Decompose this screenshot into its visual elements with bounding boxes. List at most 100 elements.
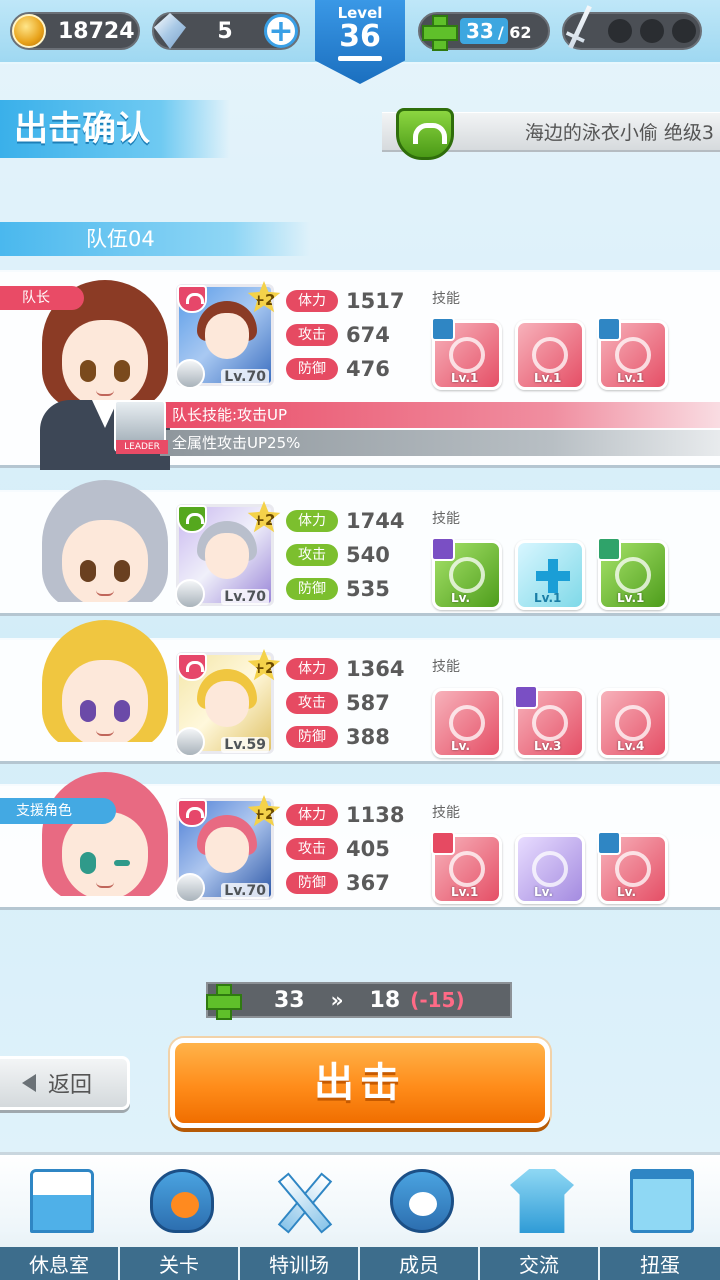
nav-training[interactable]: 特训场 (240, 1155, 360, 1280)
skill-level: Lv.1 (451, 371, 479, 385)
skill-icon[interactable]: Lv. (431, 537, 502, 610)
coin-count: 18724 (58, 18, 135, 44)
nav-stage[interactable]: 关卡 (120, 1155, 240, 1280)
skill-level: Lv.3 (534, 739, 562, 753)
bonus-star-badge: +2 (247, 281, 281, 313)
battle-points (562, 12, 702, 50)
hp-value: 1138 (346, 803, 405, 827)
skill-icon[interactable]: Lv.1 (597, 317, 668, 390)
stamina-value: 33 (466, 19, 494, 43)
status-bar: 18724 5 + Level 36 33/ 62 (0, 0, 720, 84)
skill-art (532, 851, 568, 887)
character-card[interactable]: +2 Lv.70 (175, 795, 281, 903)
character-portrait (30, 620, 180, 742)
skill-icon[interactable]: Lv.3 (514, 685, 585, 758)
skill-level: Lv.1 (534, 371, 562, 385)
leader-skill-name: 队长技能:攻击UP (160, 402, 720, 428)
rank-icon (175, 359, 205, 389)
nav-lounge[interactable]: 休息室 (0, 1155, 120, 1280)
nav-gacha[interactable]: 扭蛋 (600, 1155, 720, 1280)
portrait-eye (114, 700, 130, 722)
portrait-eye (80, 852, 96, 874)
portrait-eye (114, 560, 130, 582)
cat-mascot-icon (390, 1169, 454, 1233)
stamina-diff: (-15) (410, 988, 465, 1012)
hp-value: 1517 (346, 289, 405, 313)
sword-icon (559, 1, 600, 53)
leader-skill-bar: 队长技能:攻击UP 全属性攻击UP25% LEADER (0, 400, 720, 458)
nav-members[interactable]: 成员 (360, 1155, 480, 1280)
level-number: 36 (339, 19, 381, 54)
skill-art (615, 337, 651, 373)
nav-social[interactable]: 交流 (480, 1155, 600, 1280)
atk-tag: 攻击 (286, 324, 338, 346)
skill-icon[interactable]: Lv. (597, 831, 668, 904)
atk-tag: 攻击 (286, 838, 338, 860)
def-tag: 防御 (286, 726, 338, 748)
skill-art (449, 851, 485, 887)
gem-icon (154, 13, 186, 49)
skill-icon[interactable]: Lv. (515, 834, 585, 904)
skill-icon[interactable]: Lv.1 (431, 317, 502, 390)
skill-icon[interactable]: Lv. (432, 688, 502, 758)
hp-value: 1744 (346, 509, 405, 533)
def-tag: 防御 (286, 358, 338, 380)
portrait-eye (80, 360, 96, 382)
atk-stat: 攻击 674 (286, 322, 390, 348)
skill-art (532, 705, 568, 741)
level-badge: Level 36 (315, 0, 405, 84)
atk-value: 587 (346, 691, 390, 715)
stamina-counter: 33/ 62 (418, 12, 550, 51)
stamina-cross-icon (206, 984, 242, 1020)
leader-skill-effect: 全属性攻击UP25% (160, 430, 720, 456)
atk-tag: 攻击 (286, 544, 338, 566)
portrait-eye (114, 360, 130, 382)
skill-level: Lv.4 (617, 739, 645, 753)
skill-icon[interactable]: Lv.1 (515, 540, 585, 610)
stamina-current: 33 (274, 987, 305, 1013)
character-card[interactable]: +2 Lv.70 (175, 281, 281, 389)
member-row-4[interactable]: 支援角色 +2 Lv.70 体力 1138 攻击 405 防御 367 技能 Lv.1… (0, 772, 720, 910)
hp-tag: 体力 (286, 510, 338, 532)
add-gems-button[interactable]: + (264, 14, 298, 48)
skill-icon[interactable]: Lv.1 (597, 537, 668, 610)
character-card[interactable]: +2 Lv.59 (175, 649, 281, 757)
sortie-button[interactable]: 出击 (170, 1038, 550, 1128)
member-row-2[interactable]: +2 Lv.70 体力 1744 攻击 540 防御 535 技能 Lv. Lv.1 … (0, 480, 720, 616)
skill-level: Lv. (617, 885, 637, 899)
def-stat: 防御 535 (286, 576, 390, 602)
skill-icon[interactable]: Lv.1 (515, 320, 585, 390)
stage-attribute-icon (396, 108, 454, 160)
card-face (205, 313, 249, 359)
page-title: 出击确认 (0, 100, 230, 158)
skill-art (532, 337, 568, 373)
skill-icon[interactable]: Lv.4 (598, 688, 668, 758)
member-row-1[interactable]: 队长 +2 Lv.70 体力 1517 攻击 674 防御 476 技能 Lv.1 L… (0, 270, 720, 470)
back-button[interactable]: 返回 (0, 1056, 130, 1110)
skill-type-icon (514, 685, 538, 709)
rank-icon (175, 873, 205, 903)
back-button-label: 返回 (48, 1073, 93, 1098)
skill-type-icon (597, 537, 621, 561)
skills-label: 技能 (432, 511, 460, 527)
hp-tag: 体力 (286, 804, 338, 826)
skills-label: 技能 (432, 659, 460, 675)
hp-tag: 体力 (286, 290, 338, 312)
card-level: Lv.70 (221, 589, 269, 605)
def-value: 476 (346, 357, 390, 381)
hp-stat: 体力 1744 (286, 508, 404, 534)
skill-type-icon (431, 317, 455, 341)
rank-icon (175, 727, 205, 757)
leader-label: 队长 (0, 286, 84, 310)
skill-level: Lv. (534, 885, 554, 899)
portrait-mouth (96, 590, 114, 596)
rank-icon (175, 579, 205, 609)
attribute-icon (177, 285, 207, 313)
hp-stat: 体力 1517 (286, 288, 404, 314)
skill-icon[interactable]: Lv.1 (431, 831, 502, 904)
crossed-swords-icon (270, 1169, 334, 1233)
character-card[interactable]: +2 Lv.70 (175, 501, 281, 609)
attribute-icon (177, 653, 207, 681)
member-row-3[interactable]: +2 Lv.59 体力 1364 攻击 587 防御 388 技能 Lv. Lv.3 … (0, 620, 720, 764)
nav-label: 交流 (480, 1247, 600, 1280)
